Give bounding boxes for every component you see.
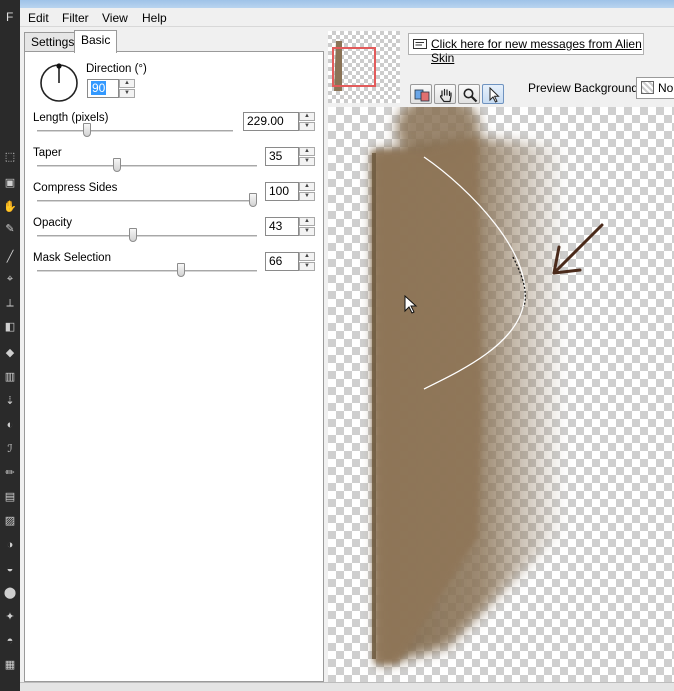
spin-up-icon[interactable]: ▲ bbox=[299, 252, 315, 261]
host-tool-icon[interactable]: ◓ bbox=[3, 634, 17, 648]
menu-help[interactable]: Help bbox=[140, 10, 169, 26]
host-tool-icon[interactable]: ⇣ bbox=[3, 394, 17, 408]
compress-sides-spinner[interactable]: ▲ ▼ bbox=[299, 182, 315, 201]
host-app-toolbar: F ⬚ ▣ ✋ ✎ ╱ ⌖ ⟂ ◧ ◆ ▥ ⇣ ◐ ℐ ✏ ▤ ▨ ◑ ◒ ⬤ … bbox=[0, 0, 20, 691]
hand-tool-button[interactable] bbox=[434, 84, 456, 104]
spin-down-icon[interactable]: ▼ bbox=[299, 122, 315, 131]
menu-edit[interactable]: Edit bbox=[26, 10, 51, 26]
opacity-slider-track[interactable] bbox=[37, 235, 257, 237]
spin-up-icon[interactable]: ▲ bbox=[299, 147, 315, 156]
taper-label: Taper bbox=[33, 147, 62, 159]
preview-region: Click here for new messages from Alien S… bbox=[324, 27, 674, 691]
tab-basic[interactable]: Basic bbox=[74, 30, 118, 53]
menubar: Edit Filter View Help bbox=[20, 8, 674, 27]
status-bar bbox=[20, 682, 674, 691]
settings-panel: Settings Basic Direction (°) 90 ▲ ▼ Leng… bbox=[20, 27, 324, 691]
length-label: Length (pixels) bbox=[33, 112, 109, 124]
host-tool-icon[interactable]: ⬤ bbox=[3, 586, 17, 600]
opacity-field[interactable]: 43 bbox=[265, 217, 299, 236]
hand-icon bbox=[439, 88, 452, 103]
spin-up-icon[interactable]: ▲ bbox=[299, 217, 315, 226]
host-tool-icon[interactable]: ▦ bbox=[3, 658, 17, 672]
host-tool-icon[interactable]: ⟂ bbox=[3, 296, 17, 310]
host-tool-icon[interactable]: ╱ bbox=[3, 250, 17, 264]
host-tool-icon[interactable]: ✏ bbox=[3, 466, 17, 480]
host-tool-icon[interactable]: ▨ bbox=[3, 514, 17, 528]
menu-view[interactable]: View bbox=[100, 10, 130, 26]
mask-selection-label: Mask Selection bbox=[33, 252, 111, 264]
host-tool-icon[interactable]: ⬚ bbox=[3, 150, 17, 164]
navigator-thumbnail[interactable] bbox=[328, 31, 400, 103]
spin-down-icon[interactable]: ▼ bbox=[299, 192, 315, 201]
length-slider-track[interactable] bbox=[37, 130, 233, 132]
direction-label: Direction (°) bbox=[86, 63, 147, 75]
spin-up-icon[interactable]: ▲ bbox=[119, 79, 135, 88]
opacity-slider-thumb[interactable] bbox=[129, 228, 137, 242]
spin-down-icon[interactable]: ▼ bbox=[299, 262, 315, 271]
host-tool-icon[interactable]: ▣ bbox=[3, 176, 17, 190]
compare-tool-button[interactable] bbox=[410, 84, 432, 104]
window-title-bar bbox=[20, 0, 674, 8]
compress-sides-slider-thumb[interactable] bbox=[249, 193, 257, 207]
preview-artwork bbox=[372, 107, 604, 667]
preview-canvas[interactable] bbox=[328, 107, 674, 685]
direction-dial[interactable] bbox=[38, 62, 80, 104]
host-tool-icon[interactable]: ✋ bbox=[3, 200, 17, 214]
host-menu-initial[interactable]: F bbox=[6, 10, 13, 24]
taper-slider-track[interactable] bbox=[37, 165, 257, 167]
mouse-cursor-icon bbox=[404, 295, 418, 314]
preview-background-value: Nor bbox=[658, 81, 674, 95]
spin-up-icon[interactable]: ▲ bbox=[299, 112, 315, 121]
mask-selection-spinner[interactable]: ▲ ▼ bbox=[299, 252, 315, 271]
compress-sides-label: Compress Sides bbox=[33, 182, 118, 194]
host-tool-icon[interactable]: ⌖ bbox=[3, 272, 17, 286]
compare-icon bbox=[414, 89, 430, 102]
compress-sides-field[interactable]: 100 bbox=[265, 182, 299, 201]
host-tool-icon[interactable]: ◐ bbox=[3, 418, 17, 432]
direction-value: 90 bbox=[91, 81, 107, 95]
host-tool-icon[interactable]: ℐ bbox=[3, 442, 17, 456]
message-icon bbox=[413, 39, 427, 49]
host-tool-icon[interactable]: ◒ bbox=[3, 562, 17, 576]
message-bar[interactable]: Click here for new messages from Alien S… bbox=[408, 33, 644, 65]
arrow-tool-button[interactable] bbox=[482, 84, 504, 104]
checkerboard-swatch-icon bbox=[641, 81, 654, 94]
compress-sides-slider-track[interactable] bbox=[37, 200, 257, 202]
taper-slider-thumb[interactable] bbox=[113, 158, 121, 172]
host-tool-icon[interactable]: ▤ bbox=[3, 490, 17, 504]
preview-background-label: Preview Background: bbox=[528, 81, 642, 95]
tab-settings[interactable]: Settings bbox=[24, 32, 82, 52]
spin-down-icon[interactable]: ▼ bbox=[119, 89, 135, 98]
host-tool-icon[interactable]: ◆ bbox=[3, 346, 17, 360]
zoom-tool-button[interactable] bbox=[458, 84, 480, 104]
preview-background-select[interactable]: Nor bbox=[636, 77, 674, 99]
direction-spinner[interactable]: ▲ ▼ bbox=[119, 79, 135, 98]
opacity-spinner[interactable]: ▲ ▼ bbox=[299, 217, 315, 236]
host-tool-icon[interactable]: ▥ bbox=[3, 370, 17, 384]
taper-spinner[interactable]: ▲ ▼ bbox=[299, 147, 315, 166]
opacity-label: Opacity bbox=[33, 217, 72, 229]
spin-down-icon[interactable]: ▼ bbox=[299, 157, 315, 166]
mask-selection-slider-thumb[interactable] bbox=[177, 263, 185, 277]
direction-field[interactable]: 90 bbox=[87, 79, 119, 98]
length-field[interactable]: 229.00 bbox=[243, 112, 299, 131]
host-tool-icon[interactable]: ◧ bbox=[3, 320, 17, 334]
host-tool-icon[interactable]: ◑ bbox=[3, 538, 17, 552]
mask-selection-slider-track[interactable] bbox=[37, 270, 257, 272]
spin-up-icon[interactable]: ▲ bbox=[299, 182, 315, 191]
host-tool-icon[interactable]: ✎ bbox=[3, 222, 17, 236]
length-slider-thumb[interactable] bbox=[83, 123, 91, 137]
length-spinner[interactable]: ▲ ▼ bbox=[299, 112, 315, 131]
host-tool-icon[interactable]: ✦ bbox=[3, 610, 17, 624]
navigator-view-box[interactable] bbox=[332, 47, 376, 87]
alien-skin-messages-link[interactable]: Click here for new messages from Alien S… bbox=[431, 37, 643, 65]
spin-down-icon[interactable]: ▼ bbox=[299, 227, 315, 236]
basic-tab-panel: Direction (°) 90 ▲ ▼ Length (pixels) 229… bbox=[24, 51, 324, 682]
arrow-pointer-icon bbox=[489, 87, 500, 103]
taper-field[interactable]: 35 bbox=[265, 147, 299, 166]
zoom-icon bbox=[463, 88, 478, 103]
mask-selection-field[interactable]: 66 bbox=[265, 252, 299, 271]
menu-filter[interactable]: Filter bbox=[60, 10, 91, 26]
tab-strip: Settings Basic bbox=[24, 30, 324, 53]
